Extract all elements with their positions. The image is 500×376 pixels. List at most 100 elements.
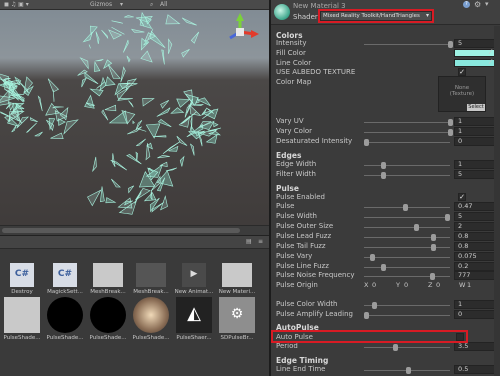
asset-item[interactable]: PulseShade... [131, 297, 171, 341]
slider-knob[interactable] [406, 367, 411, 374]
asset-item[interactable]: MeshBreak... [131, 263, 171, 295]
slider-knob[interactable] [393, 344, 399, 351]
value-field[interactable]: 0 [454, 137, 496, 146]
slider-knob[interactable] [364, 139, 369, 146]
slider-knob[interactable] [431, 244, 437, 251]
value-field[interactable]: 0.5 [454, 365, 496, 374]
slider-track[interactable] [364, 347, 450, 348]
value-field[interactable]: 3.5 [454, 342, 496, 351]
value-field[interactable]: 0.47 [454, 202, 496, 211]
property-row: Intensity 5 [276, 39, 498, 49]
slider-track[interactable] [364, 257, 450, 258]
asset-thumbnail [93, 263, 123, 287]
menu-icon[interactable]: ≡ [258, 238, 263, 245]
slider-knob[interactable] [370, 254, 376, 261]
asset-label: SDPulseBr... [220, 335, 254, 341]
value-field[interactable]: 1 [454, 160, 496, 169]
lock-icon[interactable]: ▤ [246, 238, 252, 245]
scene-view[interactable]: ◼ ♫ ▣ ▾ Gizmos ▾ ⌕ All [0, 0, 269, 235]
slider-knob[interactable] [372, 302, 378, 309]
slider-track[interactable] [364, 267, 450, 268]
asset-item[interactable]: C# MagickSett... [45, 263, 85, 295]
value-field[interactable]: 1 [454, 117, 496, 126]
asset-item[interactable]: PulseShade... [88, 297, 128, 341]
slider-knob[interactable] [429, 273, 435, 280]
vector-w-label: W [459, 281, 466, 289]
slider-track[interactable] [364, 165, 450, 166]
horizontal-scrollbar[interactable] [0, 225, 269, 235]
slider-track[interactable] [364, 227, 450, 228]
vector-z-field[interactable]: 0 [436, 281, 440, 289]
property-label: Pulse Line Fuzz [276, 262, 329, 270]
inspector-scrollbar[interactable] [494, 26, 500, 376]
help-icon[interactable]: ? [463, 1, 470, 8]
vector-x-field[interactable]: 0 [372, 281, 376, 289]
asset-item[interactable]: PulseShade... [45, 297, 85, 341]
property-label: Pulse Outer Size [276, 222, 334, 230]
asset-item[interactable]: C# Destroy [2, 263, 42, 295]
slider-track[interactable] [364, 217, 450, 218]
value-field[interactable]: 2 [454, 222, 496, 231]
slider-knob[interactable] [364, 312, 369, 319]
property-row: Edge Width 1 [276, 160, 498, 170]
csharp-script-icon: C# [53, 263, 77, 287]
asset-item[interactable]: ▶ New Animat... [174, 263, 214, 295]
slider-track[interactable] [364, 132, 450, 133]
checkbox[interactable]: ✓ [458, 193, 466, 201]
slider-knob[interactable] [380, 264, 386, 271]
slider-knob[interactable] [431, 234, 437, 241]
property-row: Pulse Vary 0.075 [276, 252, 498, 262]
asset-label: MagickSett... [47, 289, 83, 295]
checkbox[interactable]: ✓ [458, 68, 466, 76]
property-label: Pulse Noise Frequency [276, 271, 355, 279]
value-field[interactable]: 0.2 [454, 262, 496, 271]
orientation-gizmo[interactable] [222, 12, 262, 52]
asset-item[interactable]: ◭ PulseShaer... [174, 297, 214, 341]
vector-w-field[interactable]: 1 [467, 281, 471, 289]
settings-icon[interactable]: ⚙ [474, 0, 481, 9]
vector-y-field[interactable]: 0 [404, 281, 408, 289]
eyedropper-icon[interactable]: ⁄ [490, 48, 491, 56]
color-map-select-button[interactable]: Select [467, 104, 485, 111]
value-field[interactable]: 5 [454, 212, 496, 221]
slider-knob[interactable] [380, 172, 386, 179]
value-field[interactable]: 0.075 [454, 252, 496, 261]
value-field[interactable]: 777 [454, 271, 496, 280]
auto-pulse-highlight [271, 330, 468, 343]
slider-track[interactable] [364, 276, 450, 277]
value-field[interactable]: 0.8 [454, 242, 496, 251]
slider-track[interactable] [364, 142, 450, 143]
project-panel: ▤ ≡ C# Destroy C# MagickSett... MeshBreak...… [0, 235, 269, 376]
asset-item[interactable]: New Materi... [217, 263, 257, 295]
property-label: Pulse Width [276, 212, 317, 220]
slider-knob[interactable] [448, 129, 453, 136]
value-field[interactable]: 5 [454, 170, 496, 179]
eyedropper-icon[interactable]: ⁄ [490, 58, 491, 66]
property-label: Pulse Color Width [276, 300, 338, 308]
slider-knob[interactable] [448, 41, 453, 48]
slider-track[interactable] [364, 175, 450, 176]
slider-track[interactable] [364, 315, 450, 316]
slider-knob[interactable] [448, 119, 453, 126]
more-icon[interactable]: ▾ [485, 0, 489, 8]
slider-track[interactable] [364, 122, 450, 123]
slider-track[interactable] [364, 247, 450, 248]
scrollbar-thumb[interactable] [2, 228, 240, 233]
value-field[interactable]: 5 [454, 39, 496, 48]
slider-knob[interactable] [403, 204, 409, 211]
vector-y-label: Y [396, 281, 400, 289]
value-field[interactable]: 0.8 [454, 232, 496, 241]
slider-knob[interactable] [414, 224, 420, 231]
asset-item[interactable]: MeshBreak... [88, 263, 128, 295]
property-label: Fill Color [276, 49, 306, 57]
slider-knob[interactable] [380, 162, 386, 169]
asset-item[interactable]: ⚙ SDPulseBr... [217, 297, 257, 341]
value-field[interactable]: 0 [454, 310, 496, 319]
slider-track[interactable] [364, 44, 450, 45]
asset-item[interactable]: PulseShade... [2, 297, 42, 341]
value-field[interactable]: 1 [454, 127, 496, 136]
asset-thumbnail [47, 297, 83, 333]
slider-knob[interactable] [444, 214, 450, 221]
slider-track[interactable] [364, 237, 450, 238]
value-field[interactable]: 1 [454, 300, 496, 309]
